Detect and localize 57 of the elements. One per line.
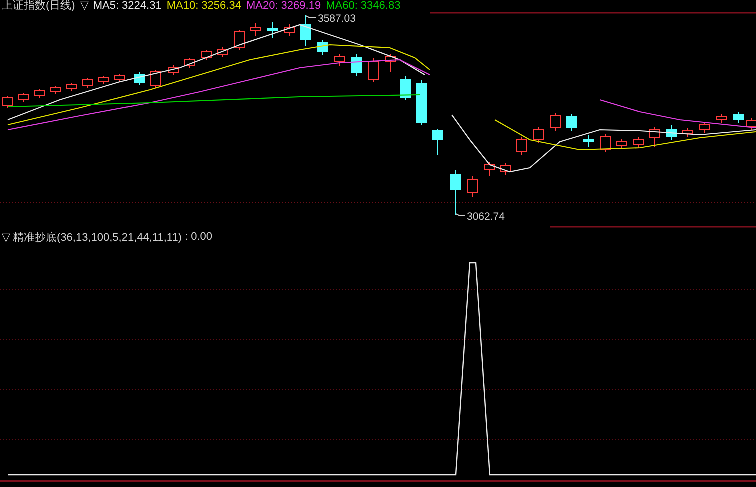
candlestick [682, 128, 694, 138]
candlestick [114, 74, 126, 82]
high-price-label: 3587.03 [318, 13, 356, 25]
candlestick [566, 114, 578, 132]
candlestick [584, 134, 594, 148]
candlestick [318, 40, 328, 56]
candlestick [450, 170, 462, 216]
candlestick [650, 126, 660, 148]
candlestick [82, 78, 94, 88]
collapse-icon[interactable]: ▽ [80, 0, 88, 12]
candlestick [616, 138, 628, 150]
candlestick [50, 86, 62, 94]
moving-average-value: MA5: 3224.31 [93, 0, 162, 12]
candlestick [18, 92, 30, 102]
candlestick [550, 112, 562, 132]
candlestick [352, 54, 362, 76]
candlestick [98, 76, 110, 84]
candlestick [600, 134, 612, 152]
candlestick [400, 76, 412, 100]
candlestick [150, 70, 162, 88]
indicator-name: 精准抄底(36,13,100,5,21,44,11,11) [13, 230, 182, 244]
candlestick [500, 162, 512, 176]
candlestick [416, 80, 428, 126]
candlestick [250, 22, 262, 36]
candlestick [734, 112, 744, 124]
leader-line [306, 16, 316, 18]
moving-average-value: MA60: 3346.83 [326, 0, 401, 12]
candlestick [218, 46, 228, 58]
moving-average-value: MA20: 3269.19 [246, 0, 322, 12]
candlestick [34, 88, 46, 98]
candlestick [700, 122, 710, 134]
legend-title: 上证指数(日线) [2, 0, 76, 12]
candlestick [268, 22, 278, 38]
low-price-label: 3062.74 [467, 211, 505, 223]
candlestick [284, 24, 296, 36]
candlestick [334, 54, 346, 66]
candlestick [368, 58, 380, 82]
candlestick [202, 50, 212, 60]
candlestick [468, 176, 478, 198]
candlestick [534, 126, 544, 144]
candlestick [634, 136, 644, 148]
candlestick [168, 64, 180, 76]
candlestick [134, 72, 146, 86]
candlestick [184, 58, 196, 68]
candlestick [2, 96, 14, 108]
candlestick [432, 128, 444, 156]
collapse-icon[interactable]: ▽ [2, 230, 10, 244]
candlestick [484, 162, 496, 176]
moving-average-value: MA10: 3256.34 [166, 0, 242, 12]
candlestick [66, 82, 78, 92]
candlestick [516, 136, 528, 156]
indicator-value: : 0.00 [184, 231, 213, 243]
candlestick [234, 30, 246, 50]
candlestick [386, 54, 396, 72]
candlestick [300, 14, 312, 46]
leader-line [456, 214, 466, 216]
candlestick [666, 124, 678, 140]
